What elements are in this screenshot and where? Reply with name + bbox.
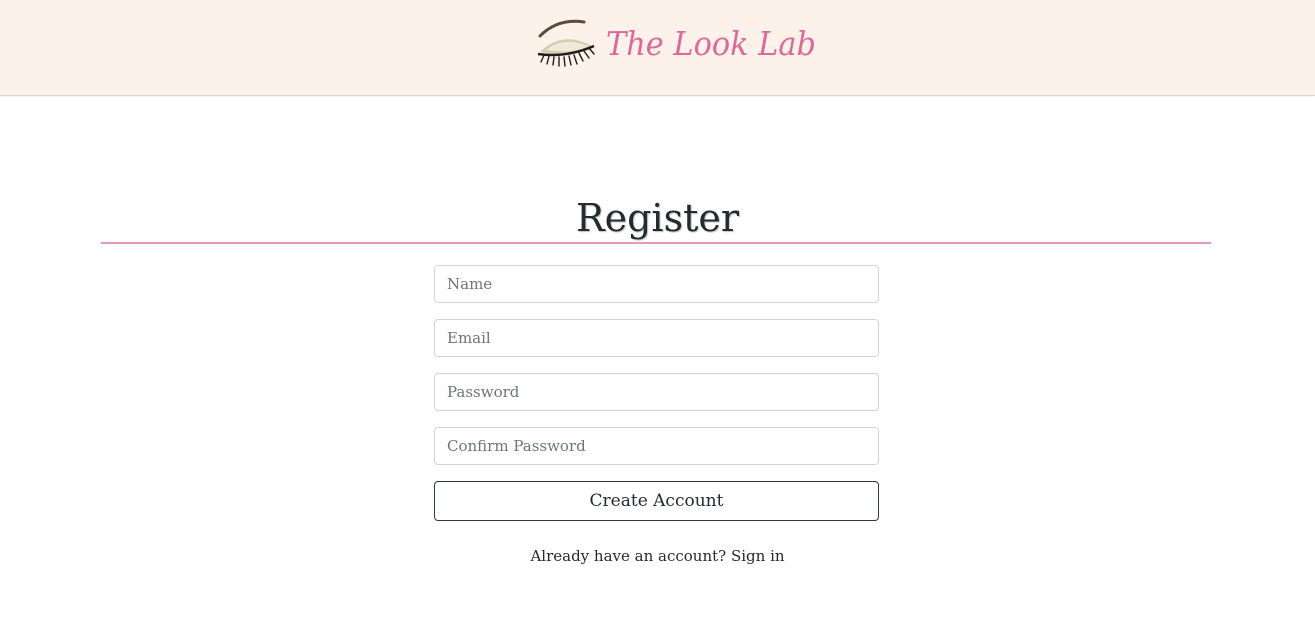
brand-name: The Look Lab	[606, 23, 816, 63]
title-divider	[101, 242, 1211, 244]
signin-link[interactable]: Sign in	[731, 547, 785, 565]
confirm-password-field[interactable]	[434, 427, 879, 465]
brand-logo[interactable]: The Look Lab	[536, 16, 834, 70]
signin-prompt-text: Already have an account?	[530, 547, 727, 565]
signin-prompt: Already have an account? Sign in	[0, 546, 1315, 566]
password-field[interactable]	[434, 373, 879, 411]
page-title: Register	[575, 196, 739, 240]
register-form: Create Account	[434, 265, 879, 521]
email-field[interactable]	[434, 319, 879, 357]
site-header: The Look Lab	[0, 0, 1315, 96]
create-account-button[interactable]: Create Account	[434, 481, 879, 521]
name-field[interactable]	[434, 265, 879, 303]
eye-lash-icon	[536, 16, 596, 70]
